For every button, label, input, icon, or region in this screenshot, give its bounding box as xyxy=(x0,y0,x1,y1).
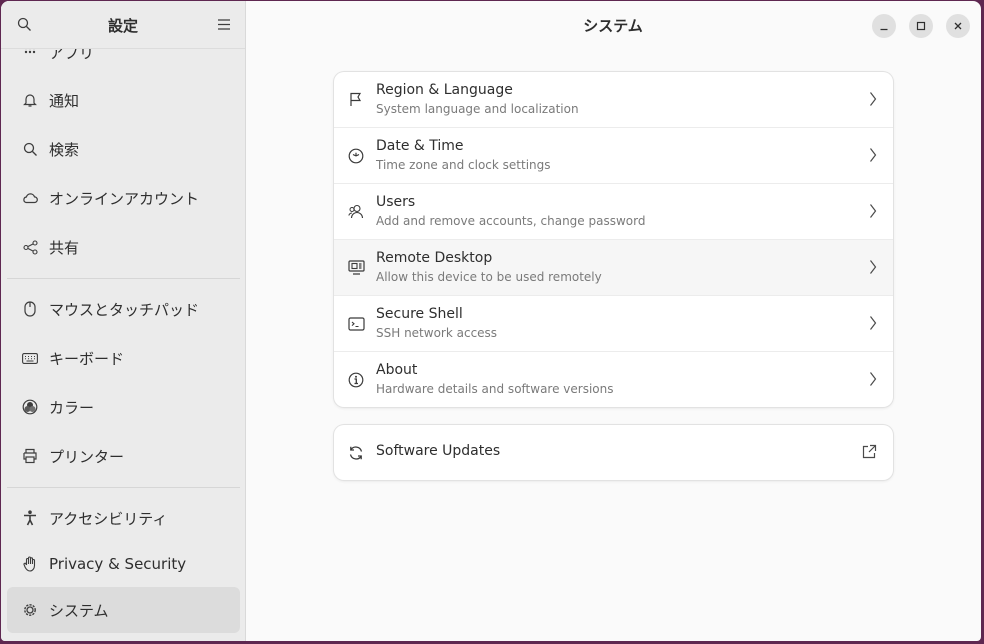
row-title: Users xyxy=(376,194,416,210)
flag-icon xyxy=(347,92,365,107)
sidebar-item-notifications[interactable]: 通知 xyxy=(7,77,240,123)
sidebar-item-label: キーボード xyxy=(49,349,125,368)
users-icon xyxy=(347,204,365,219)
sidebar-item-mouse-touchpad[interactable]: マウスとタッチパッド xyxy=(7,286,240,332)
sidebar-item-label: マウスとタッチパッド xyxy=(49,300,200,319)
bell-icon xyxy=(21,92,39,108)
color-icon xyxy=(21,399,39,415)
sidebar-item-search[interactable]: 検索 xyxy=(7,126,240,172)
sidebar-item-online-accounts[interactable]: オンラインアカウント xyxy=(7,175,240,221)
sidebar-item-label: プリンター xyxy=(49,447,125,466)
chevron-right-icon xyxy=(869,147,877,167)
row-title: Date & Time xyxy=(376,138,464,154)
sidebar-item-printers[interactable]: プリンター xyxy=(7,433,240,479)
clock-icon xyxy=(347,148,365,164)
minimize-button[interactable] xyxy=(872,14,896,38)
hand-icon xyxy=(21,556,39,572)
row-title: Secure Shell xyxy=(376,306,463,322)
minimize-icon xyxy=(880,28,888,31)
settings-window: アプリ 通知 検索 オンラインアカウント 共有 マウスとタッチパッド キーボード… xyxy=(1,1,981,641)
sidebar-item-label: カラー xyxy=(49,398,95,417)
close-button[interactable] xyxy=(946,14,970,38)
sidebar-item-privacy-security[interactable]: Privacy & Security xyxy=(7,541,240,587)
menu-button[interactable] xyxy=(211,11,237,37)
info-icon xyxy=(347,372,365,388)
sidebar-divider xyxy=(7,487,240,488)
row-subtitle: Add and remove accounts, change password xyxy=(376,214,646,228)
row-subtitle: SSH network access xyxy=(376,326,498,340)
accessibility-icon xyxy=(21,510,39,526)
sidebar-item-system[interactable]: システム xyxy=(7,587,240,633)
row-subtitle: System language and localization xyxy=(376,102,579,116)
chevron-right-icon xyxy=(869,259,877,279)
sidebar-item-label: オンラインアカウント xyxy=(49,189,200,208)
terminal-icon xyxy=(347,316,365,331)
sidebar-item-label: 検索 xyxy=(49,140,80,159)
row-about[interactable]: About Hardware details and software vers… xyxy=(334,351,893,407)
maximize-button[interactable] xyxy=(909,14,933,38)
share-icon xyxy=(21,239,39,255)
page-title: システム xyxy=(583,17,643,35)
row-title: Region & Language xyxy=(376,82,513,98)
sidebar-item-keyboard[interactable]: キーボード xyxy=(7,335,240,381)
sidebar-divider xyxy=(7,278,240,279)
row-subtitle: Time zone and clock settings xyxy=(376,158,551,172)
row-title: Software Updates xyxy=(376,443,501,459)
cloud-icon xyxy=(21,192,39,204)
chevron-right-icon xyxy=(869,91,877,111)
sidebar-item-color[interactable]: カラー xyxy=(7,384,240,430)
chevron-right-icon xyxy=(869,371,877,391)
maximize-icon xyxy=(916,21,926,31)
sidebar-header: 設定 xyxy=(1,1,245,49)
sidebar: アプリ 通知 検索 オンラインアカウント 共有 マウスとタッチパッド キーボード… xyxy=(1,1,246,641)
system-settings-list: Region & Language System language and lo… xyxy=(334,72,893,407)
row-users[interactable]: Users Add and remove accounts, change pa… xyxy=(334,183,893,239)
refresh-icon xyxy=(347,445,365,461)
row-subtitle: Hardware details and software versions xyxy=(376,382,614,396)
sidebar-item-accessibility[interactable]: アクセシビリティ xyxy=(7,495,240,541)
sidebar-item-label: アクセシビリティ xyxy=(49,509,168,528)
row-date-time[interactable]: Date & Time Time zone and clock settings xyxy=(334,127,893,183)
close-icon xyxy=(954,22,962,30)
sidebar-title: 設定 xyxy=(107,17,138,35)
software-updates-card: Software Updates xyxy=(334,425,893,480)
chevron-right-icon xyxy=(869,203,877,223)
sidebar-item-sharing[interactable]: 共有 xyxy=(7,224,240,270)
row-title: About xyxy=(376,362,418,378)
sidebar-list: アプリ 通知 検索 オンラインアカウント 共有 マウスとタッチパッド キーボード… xyxy=(1,1,245,641)
row-software-updates[interactable]: Software Updates xyxy=(334,425,893,480)
mouse-icon xyxy=(21,301,39,317)
hamburger-menu-icon xyxy=(218,18,230,30)
row-subtitle: Allow this device to be used remotely xyxy=(376,270,602,284)
chevron-right-icon xyxy=(869,315,877,335)
sidebar-item-label: 通知 xyxy=(49,91,80,110)
sidebar-item-label: 共有 xyxy=(49,238,80,257)
external-link-icon xyxy=(861,444,877,464)
row-secure-shell[interactable]: Secure Shell SSH network access xyxy=(334,295,893,351)
row-remote-desktop[interactable]: Remote Desktop Allow this device to be u… xyxy=(334,239,893,295)
remote-desktop-icon xyxy=(347,259,365,276)
printer-icon xyxy=(21,448,39,464)
system-gear-icon xyxy=(21,602,39,618)
keyboard-icon xyxy=(21,352,39,364)
search-icon xyxy=(21,142,39,157)
row-region-language[interactable]: Region & Language System language and lo… xyxy=(334,72,893,127)
sidebar-item-label: Privacy & Security xyxy=(49,555,187,573)
row-title: Remote Desktop xyxy=(376,250,493,266)
sidebar-item-label: システム xyxy=(49,601,109,620)
